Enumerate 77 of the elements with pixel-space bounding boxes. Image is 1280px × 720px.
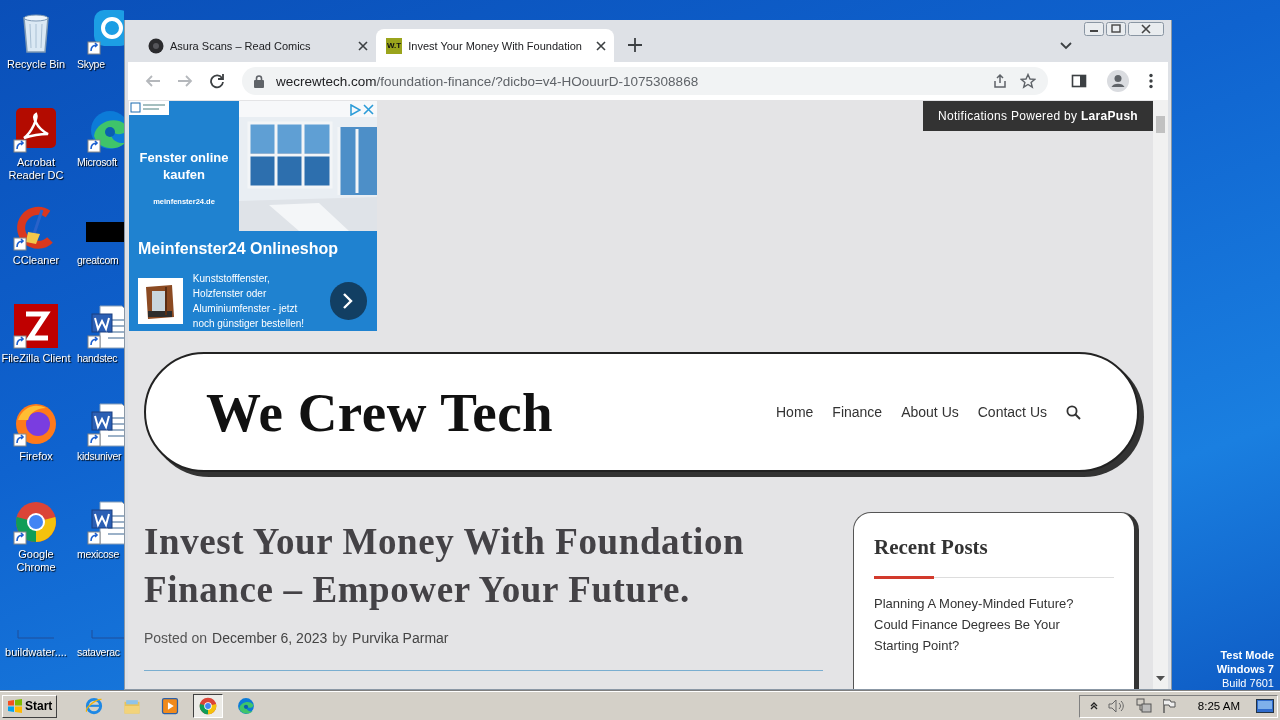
close-icon[interactable] [596,40,606,51]
sidebar-title: Recent Posts [874,535,989,560]
icon-label[interactable]: FileZilla Client [1,352,71,365]
menu-icon[interactable] [1149,73,1153,89]
article-title: Invest Your Money With Foundation Finance – Empower Your Future. [144,520,746,612]
icon-label[interactable]: handstec [77,352,118,365]
meta-text: by [332,630,348,646]
chrome-button[interactable] [193,694,224,718]
close-icon[interactable] [358,40,368,51]
lock-icon [254,74,264,88]
tab-title: Asura Scans – Read Comics [170,39,312,52]
icon-label[interactable]: kidsuniver [77,450,122,463]
post-link[interactable]: Planning A Money-Minded Future? Could Finance Degrees Be Your Starting Point? [874,593,1102,656]
scrollbar[interactable] [1153,100,1168,689]
nav-link[interactable]: Finance [832,404,883,420]
browser-tab[interactable]: Asura Scans – Read Comics [138,29,376,62]
search-icon[interactable] [1066,404,1081,420]
arrow-icon [145,73,161,89]
show-desktop-icon[interactable] [1256,699,1274,713]
app-icon[interactable] [12,302,60,350]
minimize-icon[interactable] [1084,22,1104,36]
nav-link[interactable]: Contact Us [977,404,1047,420]
author-link[interactable]: Purvika Parmar [352,630,449,646]
scroll-thumb[interactable] [1156,116,1165,133]
browser-icon [236,696,257,716]
system-notice-text: Windows 7 [1216,662,1274,676]
arrow-icon [177,73,193,89]
start-button[interactable]: Start [2,694,58,718]
share-icon[interactable] [992,73,1008,89]
chrome-icon [198,696,219,716]
icon-label[interactable]: Google Chrome [1,548,71,574]
chevron-right-icon [342,292,355,310]
side-panel-icon[interactable] [1071,73,1087,89]
ad-title: Meinfenster24 Onlineshop [137,239,340,259]
system-notice-text: Test Mode [1220,648,1274,662]
scroll-down-icon[interactable] [1156,676,1165,681]
star-icon[interactable] [1020,73,1036,89]
chevron-up-icon[interactable] [1089,702,1098,710]
notification-banner: Notifications Powered by LaraPush [923,101,1153,131]
next-button[interactable] [329,282,367,320]
icon-label[interactable]: sataverac [77,646,120,659]
nav-link[interactable]: Home [776,404,814,420]
chevron-down-icon[interactable] [1060,42,1072,50]
icon-label[interactable]: Skype [77,58,105,71]
media-player-icon [160,696,181,716]
ad-choices-icon[interactable] [349,104,361,116]
flag-icon[interactable] [1161,698,1176,714]
address-field[interactable]: wecrewtech.com/foundation-finance/?dicbo=v4-HOouurD-1075308868 [242,67,1048,95]
clock[interactable]: 8:25 AM [1197,700,1240,712]
site-logo[interactable]: We Crew Tech [206,380,776,444]
icon-label[interactable]: Recycle Bin [1,58,71,71]
speaker-icon[interactable] [1107,699,1126,713]
network-icon[interactable] [1135,698,1152,714]
icon-label[interactable]: buildwater.... [1,646,71,659]
ad-description: Kunststofffenster, Holzfenster oder Aluminiumfenster - jetzt noch günstiger bestellen! [192,272,306,331]
icon-label[interactable]: CCleaner [1,254,71,267]
icon-label[interactable]: Microsoft [77,156,117,169]
restore-icon[interactable] [1106,22,1126,36]
date-link[interactable]: December 6, 2023 [212,630,328,646]
site-favicon [148,37,164,54]
icon-label[interactable]: Firefox [1,450,71,463]
browser-icon [84,696,105,716]
browser-tab[interactable]: W.T Invest Your Money With Foundation [376,29,614,62]
site-favicon: W.T [386,37,403,54]
icon-label[interactable]: greatcom [77,254,119,267]
system-notice-text: Build 7601 [1222,676,1274,690]
nav-link[interactable]: About Us [901,404,959,420]
icon-label[interactable]: mexicose [77,548,119,561]
ad-headline: Fenster online kaufen [138,149,230,183]
close-icon[interactable] [1128,22,1164,36]
meta-text: Posted on [144,630,208,646]
new-tab-icon[interactable] [628,38,642,52]
profile-icon[interactable] [1107,70,1129,92]
reload-icon [209,73,225,89]
tab-title: Invest Your Money With Foundation [408,39,583,52]
windows-logo-icon [7,699,23,713]
icon-label[interactable]: Acrobat Reader DC [1,156,71,182]
